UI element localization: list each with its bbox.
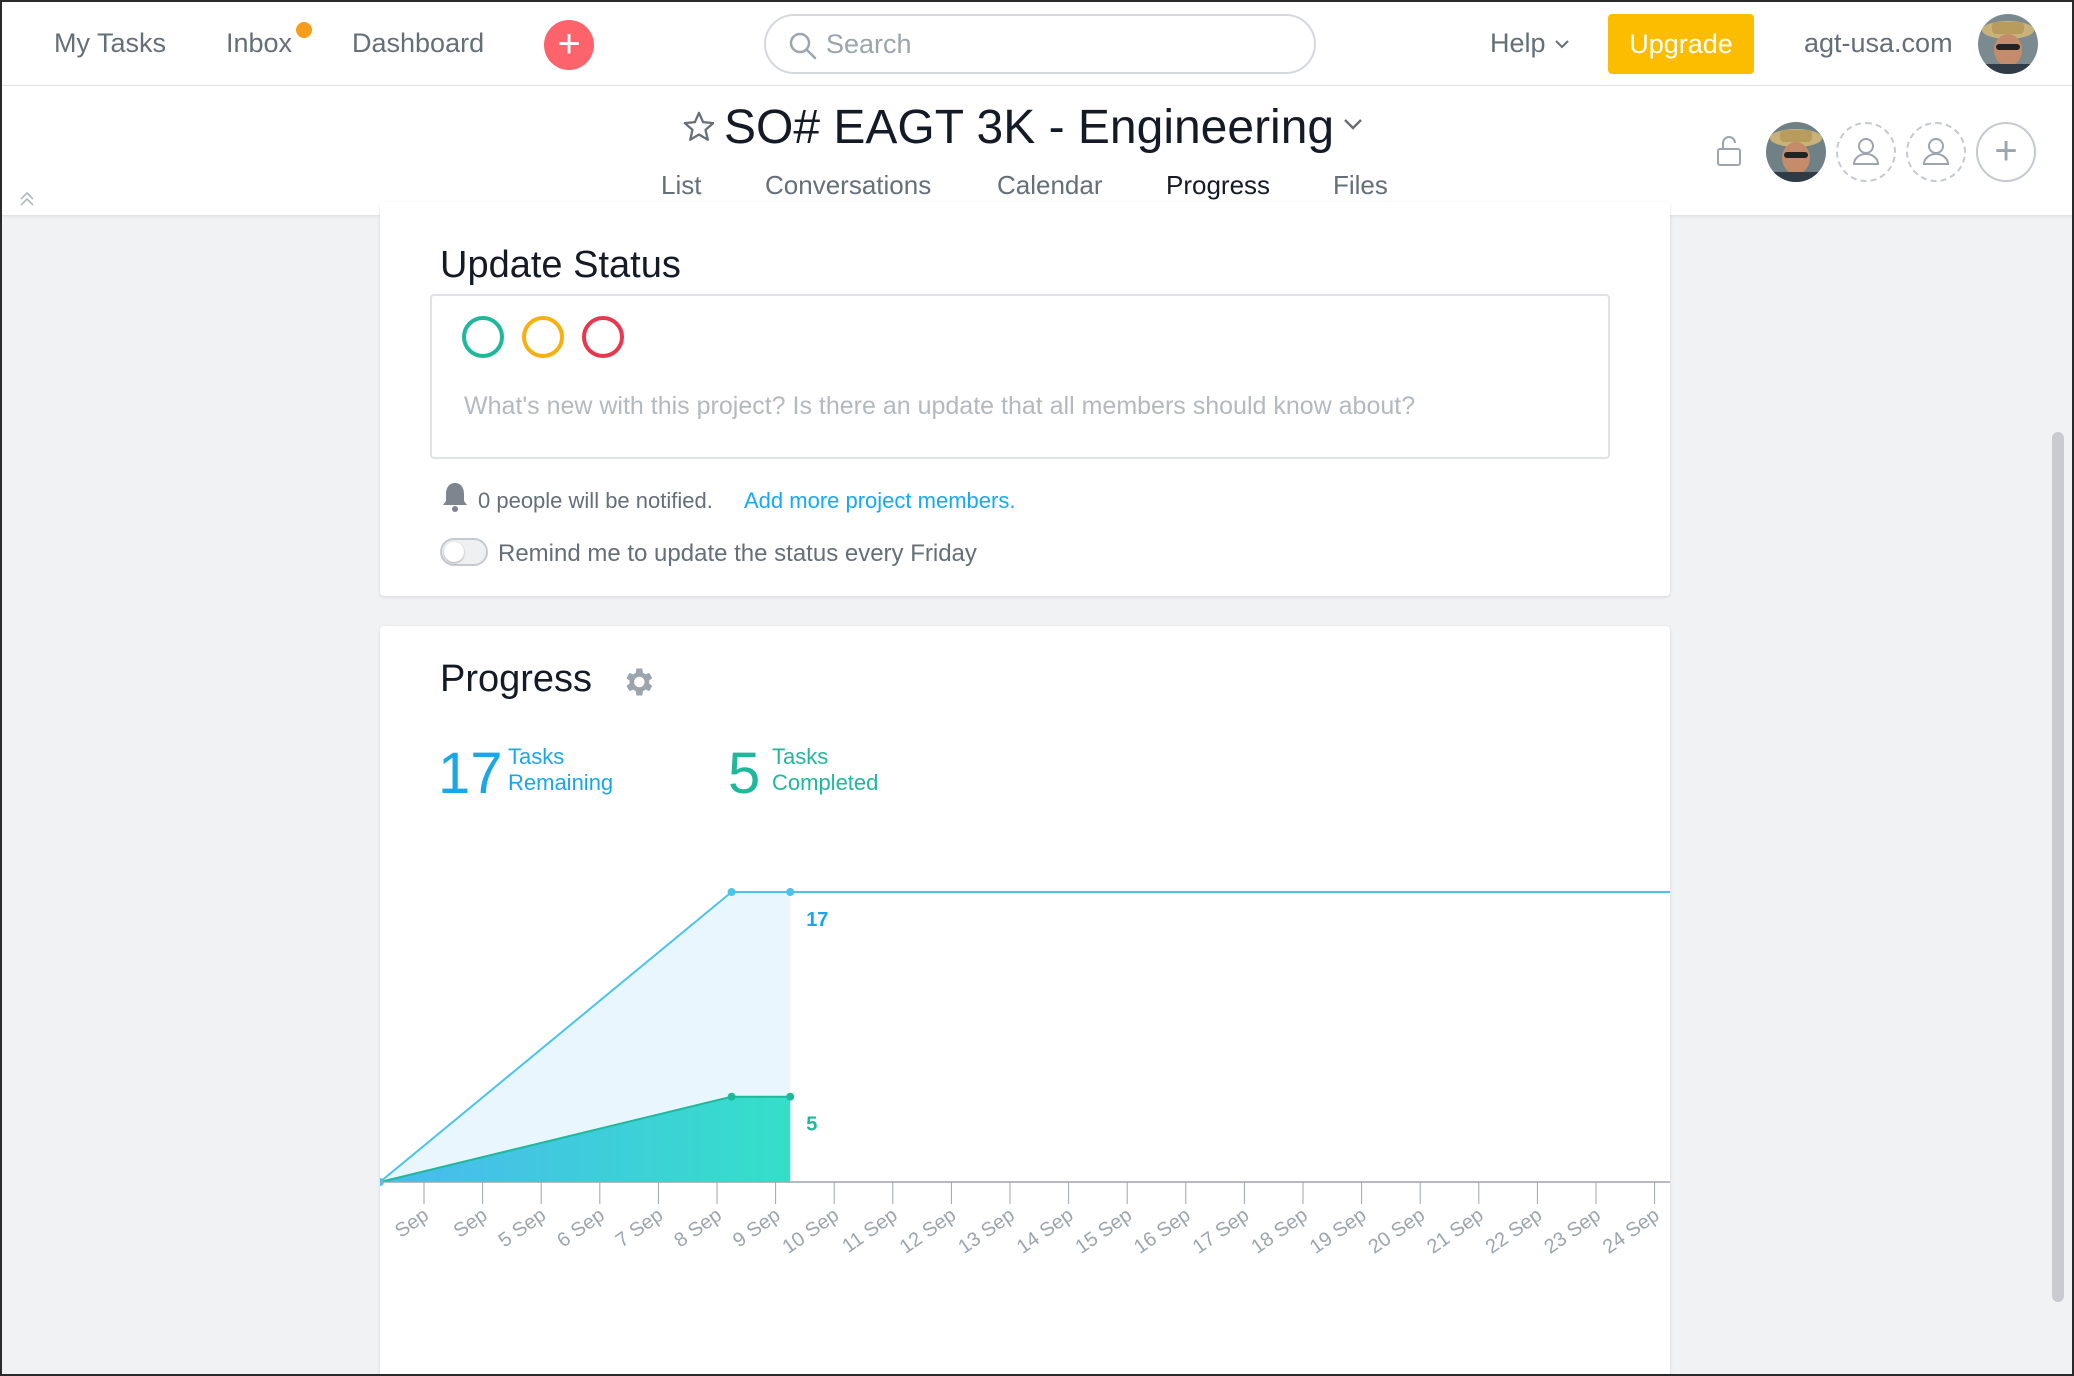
tab-progress[interactable]: Progress xyxy=(1166,170,1270,201)
nav-my-tasks[interactable]: My Tasks xyxy=(54,28,166,59)
chevron-down-icon[interactable] xyxy=(1342,116,1364,132)
progress-card: Progress 17 Tasks Remaining 5 Tasks Comp… xyxy=(380,626,1670,1374)
top-bar: My Tasks Inbox Dashboard + Help Upgrade … xyxy=(2,2,2072,86)
search-input[interactable] xyxy=(826,24,1286,64)
status-update-box[interactable]: What's new with this project? Is there a… xyxy=(430,294,1610,459)
x-axis-tick-label: 7 Sep xyxy=(612,1204,667,1252)
x-axis-tick-label: 19 Sep xyxy=(1306,1204,1371,1258)
x-axis-tick-label: 16 Sep xyxy=(1130,1204,1195,1258)
tab-conversations[interactable]: Conversations xyxy=(765,170,931,201)
collapse-up-icon[interactable] xyxy=(18,190,36,208)
notify-count-text: 0 people will be notified. xyxy=(478,488,713,513)
chevron-down-icon[interactable] xyxy=(1554,38,1570,50)
x-axis-tick-label: 24 Sep xyxy=(1599,1204,1664,1258)
completed-value-label: 5 xyxy=(806,1114,817,1136)
scrollbar-thumb[interactable] xyxy=(2052,432,2064,1302)
status-off-track-button[interactable] xyxy=(582,316,624,358)
x-axis-tick-label: Sep xyxy=(391,1204,433,1242)
nav-inbox[interactable]: Inbox xyxy=(226,28,292,59)
x-axis-tick-label: 15 Sep xyxy=(1072,1204,1137,1258)
remind-toggle[interactable] xyxy=(440,538,488,566)
lock-icon[interactable] xyxy=(1714,134,1744,168)
chart-point xyxy=(786,888,795,896)
search-bar[interactable] xyxy=(764,14,1316,74)
organization-name[interactable]: agt-usa.com xyxy=(1804,28,1953,59)
app-window: My Tasks Inbox Dashboard + Help Upgrade … xyxy=(0,0,2074,1376)
add-members-link[interactable]: Add more project members. xyxy=(744,488,1015,514)
x-axis-tick-label: 23 Sep xyxy=(1540,1204,1605,1258)
x-axis-tick-label: 22 Sep xyxy=(1482,1204,1547,1258)
x-axis-tick-label: 14 Sep xyxy=(1013,1204,1078,1258)
tab-calendar[interactable]: Calendar xyxy=(997,170,1103,201)
progress-heading: Progress xyxy=(440,658,593,700)
chart-point xyxy=(727,888,736,896)
tab-list[interactable]: List xyxy=(661,170,701,201)
x-axis-tick-label: 13 Sep xyxy=(954,1204,1019,1258)
x-axis-tick-label: 18 Sep xyxy=(1247,1204,1312,1258)
chart-point xyxy=(786,1092,795,1101)
x-axis-tick-label: 6 Sep xyxy=(553,1204,608,1252)
x-axis-tick-label: 12 Sep xyxy=(896,1204,961,1258)
x-axis-tick-label: 21 Sep xyxy=(1423,1204,1488,1258)
x-axis-tick-label: Sep xyxy=(450,1204,492,1242)
update-status-card: Update Status What's new with this proje… xyxy=(380,202,1670,596)
person-icon xyxy=(1852,138,1880,165)
help-menu[interactable]: Help xyxy=(1490,28,1546,59)
member-avatar[interactable] xyxy=(1766,122,1826,182)
upgrade-button[interactable]: Upgrade xyxy=(1608,14,1754,74)
person-icon xyxy=(1922,138,1950,165)
x-axis-tick-label: 11 Sep xyxy=(838,1204,901,1258)
status-at-risk-button[interactable] xyxy=(522,316,564,358)
x-axis-tick-label: 8 Sep xyxy=(670,1204,725,1252)
x-axis-tick-label: 20 Sep xyxy=(1365,1204,1430,1258)
gear-icon[interactable] xyxy=(620,664,656,700)
x-axis-tick-label: 17 Sep xyxy=(1189,1204,1254,1258)
search-icon xyxy=(789,32,817,60)
tab-files[interactable]: Files xyxy=(1333,170,1388,201)
bell-icon xyxy=(443,483,467,512)
project-title[interactable]: SO# EAGT 3K - Engineering xyxy=(724,100,1334,155)
remind-label: Remind me to update the status every Fri… xyxy=(498,540,977,567)
empty-member-slot[interactable] xyxy=(1906,122,1966,182)
add-member-button[interactable]: + xyxy=(1976,122,2036,182)
total-value-label: 17 xyxy=(806,909,828,931)
inbox-unread-dot xyxy=(296,22,312,38)
project-header: SO# EAGT 3K - Engineering List Conversat… xyxy=(2,86,2072,216)
status-text-input[interactable]: What's new with this project? Is there a… xyxy=(464,392,1415,421)
x-axis-tick-label: 5 Sep xyxy=(495,1204,550,1252)
chart-point xyxy=(727,1092,736,1101)
x-axis-tick-label: 9 Sep xyxy=(729,1204,784,1252)
quick-add-button[interactable]: + xyxy=(544,20,594,70)
burnup-chart: 175Sep Sep 5 Sep 6 Sep 7 Sep 8 Sep 9 Sep10 Sep… xyxy=(380,888,1670,1258)
empty-member-slot[interactable] xyxy=(1836,122,1896,182)
update-status-heading: Update Status xyxy=(440,244,681,286)
status-on-track-button[interactable] xyxy=(462,316,504,358)
star-icon[interactable] xyxy=(682,110,716,144)
x-axis-tick-label: 10 Sep xyxy=(779,1204,844,1258)
user-avatar[interactable] xyxy=(1978,14,2038,74)
nav-dashboard[interactable]: Dashboard xyxy=(352,28,484,59)
